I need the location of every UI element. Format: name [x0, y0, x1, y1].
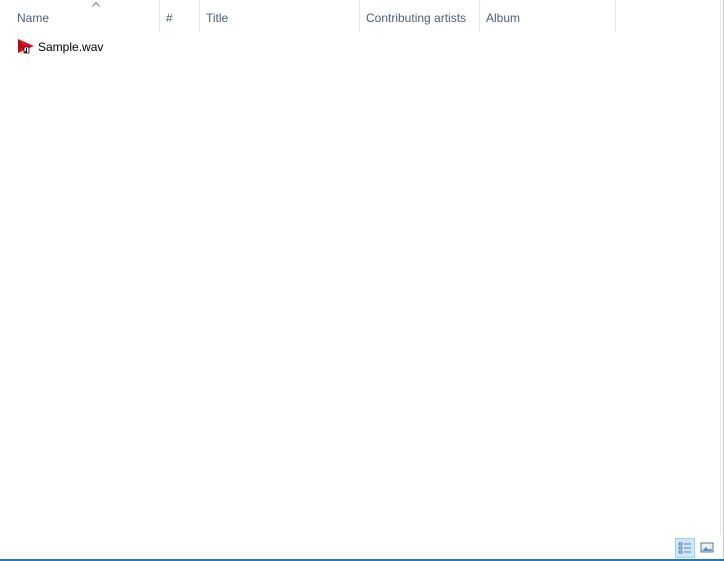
column-header-title[interactable]: Title: [200, 0, 360, 32]
column-header-bar: Name # Title Contributing artists Album: [0, 0, 724, 32]
large-icons-view-button[interactable]: [697, 538, 717, 558]
column-header-label: Album: [486, 11, 521, 25]
column-header-label: Title: [206, 11, 229, 25]
scroll-gutter: [720, 0, 721, 535]
column-header-label: Contributing artists: [366, 11, 467, 25]
column-header-name[interactable]: Name: [11, 0, 160, 32]
large-icons-view-icon: [700, 542, 714, 553]
column-header-album[interactable]: Album: [480, 0, 616, 32]
details-view-icon: [678, 542, 691, 554]
details-view-button[interactable]: [675, 538, 695, 558]
column-header-number[interactable]: #: [160, 0, 200, 32]
file-row[interactable]: Sample.wav: [12, 37, 152, 57]
wav-audio-file-icon: [18, 39, 34, 54]
sort-ascending-icon: [92, 1, 100, 7]
column-header-label: #: [166, 11, 173, 25]
column-header-contributing-artists[interactable]: Contributing artists: [360, 0, 480, 32]
column-header-label: Name: [17, 11, 50, 25]
file-name: Sample.wav: [38, 40, 104, 54]
